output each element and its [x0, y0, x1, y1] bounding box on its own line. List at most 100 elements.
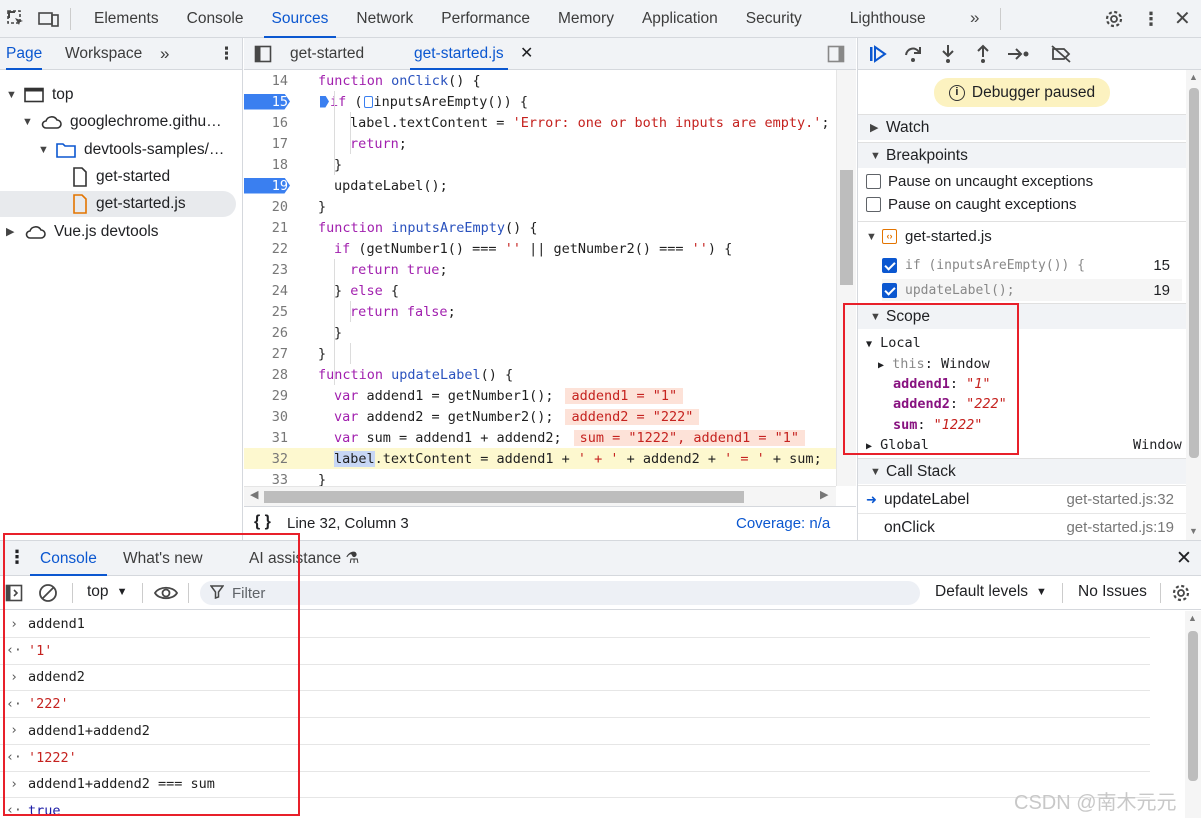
breakpoint-item[interactable]: updateLabel(); 19	[882, 279, 1182, 301]
code-line[interactable]: 30 var addend2 = getNumber2(); addend2 = "…	[244, 406, 836, 427]
line-number[interactable]: 29	[244, 388, 290, 404]
code-area[interactable]: 14 function onClick() {15 if (inputsAreEmp…	[244, 70, 856, 486]
code-line[interactable]: 14 function onClick() {	[244, 70, 836, 91]
breakpoint-line-number[interactable]: 19	[244, 177, 290, 194]
breakpoint-checkbox[interactable]	[882, 282, 897, 298]
close-drawer-icon[interactable]: ✕	[1176, 547, 1192, 570]
step-icon[interactable]	[1007, 44, 1031, 68]
drawer-tab-ai-assistance[interactable]: AI assistance ⚗	[249, 541, 359, 576]
drawer-tab-whats-new[interactable]: What's new	[123, 541, 203, 576]
close-devtools-icon[interactable]: ✕	[1174, 9, 1194, 29]
line-number[interactable]: 20	[244, 199, 290, 215]
tab-workspace[interactable]: Workspace	[65, 38, 142, 70]
code-line[interactable]: 23 return true;	[244, 259, 836, 280]
code-line[interactable]: 18}	[244, 154, 836, 175]
call-frame[interactable]: onClick get-started.js:19	[858, 513, 1186, 541]
line-number[interactable]: 26	[244, 325, 290, 341]
step-into-icon[interactable]	[938, 44, 958, 68]
code-line[interactable]: 22 if (getNumber1() === '' || getNumber2(…	[244, 238, 836, 259]
expand-down-icon[interactable]: ▼	[6, 89, 17, 101]
inspect-element-icon[interactable]	[6, 9, 26, 29]
tab-elements[interactable]: Elements	[80, 0, 173, 38]
tab-security[interactable]: Security	[732, 0, 816, 38]
code-line[interactable]: 25 return false;	[244, 301, 836, 322]
deactivate-breakpoints-icon[interactable]	[1050, 44, 1072, 68]
editor-tab-get-started[interactable]: get-started	[290, 38, 364, 70]
log-levels-dropdown[interactable]: Default levels ▼	[935, 583, 1047, 601]
console-result-line[interactable]: ‹· '1222'	[0, 745, 1150, 772]
console-input-line[interactable]: › addend1+addend2	[0, 718, 1150, 745]
console-scrollbar[interactable]: ▲	[1185, 611, 1201, 818]
more-options-kebab-icon[interactable]: ⋮	[1142, 9, 1162, 29]
watch-section-header[interactable]: ▶ Watch	[858, 114, 1186, 140]
code-line[interactable]: 20}	[244, 196, 836, 217]
line-number[interactable]: 27	[244, 346, 290, 362]
tree-item[interactable]: ▼ top	[0, 82, 236, 108]
clear-console-icon[interactable]	[38, 583, 58, 607]
more-navigator-tabs-icon[interactable]: »	[160, 38, 169, 70]
scope-variable[interactable]: sum: "1222"	[893, 417, 982, 433]
line-number[interactable]: 24	[244, 283, 290, 299]
pause-caught-checkbox[interactable]: Pause on caught exceptions	[866, 196, 1076, 213]
line-number[interactable]: 16	[244, 115, 290, 131]
line-number[interactable]: 31	[244, 430, 290, 446]
code-line[interactable]: 32 label.textContent = addend1 + ' + ' + …	[244, 448, 836, 469]
editor-horizontal-scrollbar[interactable]: ◀ ▶	[244, 486, 836, 506]
pause-uncaught-checkbox[interactable]: Pause on uncaught exceptions	[866, 173, 1093, 190]
step-out-icon[interactable]	[973, 44, 993, 68]
console-input-line[interactable]: › addend2	[0, 664, 1150, 692]
context-selector[interactable]: top ▼	[87, 583, 127, 601]
sidebar-scrollbar[interactable]: ▲ ▼	[1186, 70, 1201, 540]
breakpoints-section-header[interactable]: ▼ Breakpoints	[858, 142, 1186, 168]
live-expression-eye-icon[interactable]	[153, 584, 179, 606]
breakpoint-item[interactable]: if (inputsAreEmpty()) {15	[882, 254, 1182, 276]
call-frame[interactable]: ➜ updateLabel get-started.js:32	[858, 485, 1186, 513]
line-number[interactable]: 22	[244, 241, 290, 257]
tab-memory[interactable]: Memory	[544, 0, 628, 38]
console-input-line[interactable]: › addend1	[0, 611, 1150, 638]
console-result-line[interactable]: ‹· true	[0, 798, 1150, 818]
tree-item[interactable]: get-started	[0, 164, 236, 190]
drawer-tab-console[interactable]: Console	[30, 541, 107, 576]
code-line[interactable]: 28 function updateLabel() {	[244, 364, 836, 385]
console-input-line[interactable]: › addend1+addend2 === sum	[0, 771, 1150, 799]
line-number[interactable]: 17	[244, 136, 290, 152]
tree-item[interactable]: ▼ googlechrome.githu…	[0, 109, 236, 135]
tree-item[interactable]: ▼ devtools-samples/…	[0, 137, 236, 163]
line-number[interactable]: 28	[244, 367, 290, 383]
console-settings-gear-icon[interactable]	[1171, 583, 1191, 607]
expand-right-icon[interactable]: ▶	[6, 225, 16, 238]
toggle-navigator-icon[interactable]	[254, 45, 272, 67]
editor-tab-get-started-js[interactable]: get-started.js	[410, 38, 508, 70]
scope-section-header[interactable]: ▼ Scope	[858, 303, 1186, 329]
navigator-menu-kebab-icon[interactable]: ⋮	[218, 38, 235, 70]
line-number[interactable]: 23	[244, 262, 290, 278]
scope-local[interactable]: ▼ Local	[866, 335, 921, 351]
line-number[interactable]: 14	[244, 73, 290, 89]
code-line[interactable]: 31 var sum = addend1 + addend2; sum = "122…	[244, 427, 836, 448]
issues-counter[interactable]: No Issues	[1078, 583, 1147, 601]
device-toolbar-icon[interactable]	[38, 9, 59, 29]
tab-network[interactable]: Network	[342, 0, 427, 38]
tab-page[interactable]: Page	[6, 38, 43, 70]
resume-icon[interactable]	[868, 44, 888, 68]
code-line[interactable]: 16 label.textContent = 'Error: one or bot…	[244, 112, 836, 133]
console-result-line[interactable]: ‹· '1'	[0, 638, 1150, 665]
line-number[interactable]: 25	[244, 304, 290, 320]
tab-lighthouse[interactable]: Lighthouse	[836, 0, 940, 38]
editor-vertical-scrollbar[interactable]	[836, 70, 856, 486]
more-tabs-chevron-icon[interactable]: »	[970, 8, 979, 28]
close-tab-icon[interactable]: ✕	[520, 43, 533, 63]
pretty-print-icon[interactable]: { }	[254, 513, 271, 531]
tab-sources[interactable]: Sources	[258, 0, 343, 38]
line-number[interactable]: 32	[244, 451, 290, 467]
expand-down-icon[interactable]: ▼	[38, 144, 49, 156]
console-sidebar-toggle-icon[interactable]	[5, 584, 23, 606]
drawer-menu-kebab-icon[interactable]: ⋮	[8, 547, 26, 568]
code-line[interactable]: 33}	[244, 469, 836, 487]
coverage-link[interactable]: Coverage: n/a	[736, 515, 830, 532]
code-line[interactable]: 26}	[244, 322, 836, 343]
tree-item[interactable]: get-started.js	[0, 191, 236, 218]
line-number[interactable]: 21	[244, 220, 290, 236]
code-line[interactable]: 15 if (inputsAreEmpty()) {	[244, 91, 836, 112]
